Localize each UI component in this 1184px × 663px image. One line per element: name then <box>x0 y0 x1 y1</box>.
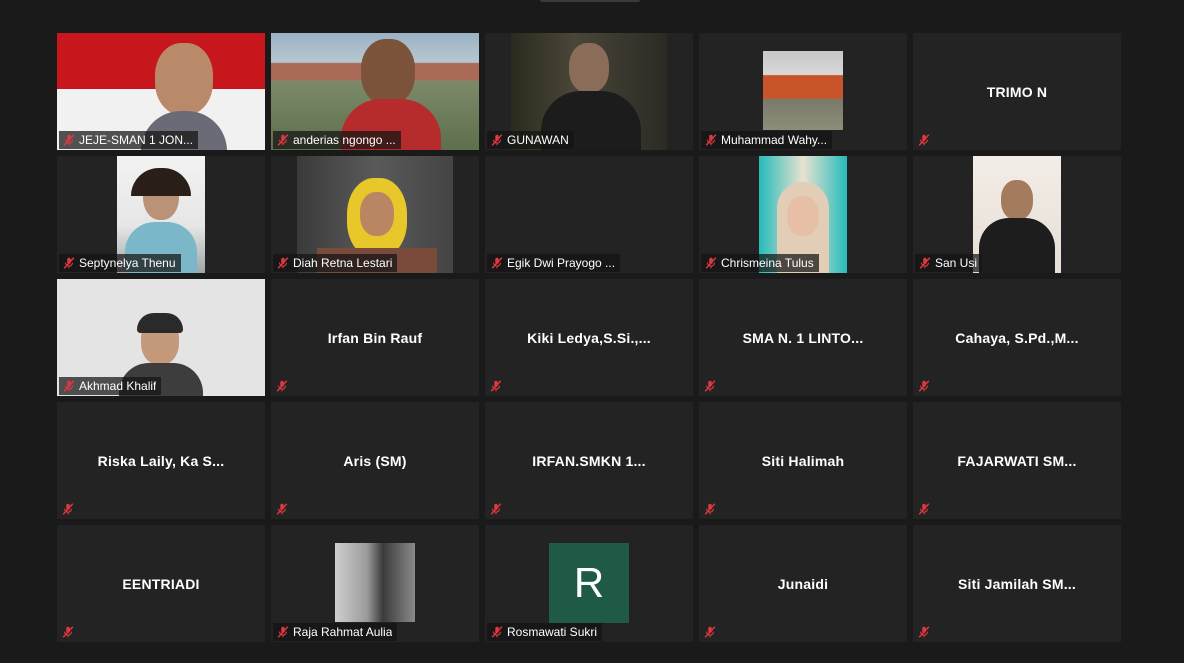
participant-name-label: San Usi <box>915 254 983 272</box>
microphone-muted-icon <box>917 379 931 393</box>
microphone-muted-icon <box>61 625 75 639</box>
participant-tile[interactable]: Kiki Ledya,S.Si.,... <box>485 279 693 396</box>
microphone-muted-icon <box>490 133 504 147</box>
participant-tile[interactable]: Siti Jamilah SM... <box>913 525 1121 642</box>
participant-tile[interactable]: GUNAWAN <box>485 33 693 150</box>
microphone-muted-icon <box>918 256 932 270</box>
participant-name: Junaidi <box>777 575 829 592</box>
video-feed <box>763 51 843 130</box>
participant-tile[interactable]: Egik Dwi Prayogo ... <box>485 156 693 273</box>
participant-tile[interactable]: SMA N. 1 LINTO... <box>699 279 907 396</box>
microphone-muted-icon <box>490 625 504 639</box>
participant-name: JEJE-SMAN 1 JON... <box>79 133 194 147</box>
microphone-muted-icon <box>703 502 717 516</box>
participant-name-label: Rosmawati Sukri <box>487 623 603 641</box>
avatar: R <box>549 543 629 623</box>
video-feed <box>335 543 415 622</box>
microphone-muted-icon <box>703 625 717 639</box>
participant-name: EENTRIADI <box>122 575 200 592</box>
participant-tile[interactable]: EENTRIADI <box>57 525 265 642</box>
participant-name: SMA N. 1 LINTO... <box>742 329 864 346</box>
participant-tile[interactable]: Cahaya, S.Pd.,M... <box>913 279 1121 396</box>
gallery-view-grid: JEJE-SMAN 1 JON... anderias ngongo ... GUN… <box>57 33 1121 642</box>
participant-tile[interactable]: Chrismeina Tulus <box>699 156 907 273</box>
participant-tile[interactable]: Diah Retna Lestari <box>271 156 479 273</box>
participant-name-label: JEJE-SMAN 1 JON... <box>59 131 199 149</box>
participant-tile[interactable]: R Rosmawati Sukri <box>485 525 693 642</box>
participant-tile[interactable]: Aris (SM) <box>271 402 479 519</box>
microphone-muted-icon <box>489 502 503 516</box>
participant-tile[interactable]: Riska Laily, Ka S... <box>57 402 265 519</box>
participant-name: Septynelya Thenu <box>79 256 176 270</box>
participant-name: Irfan Bin Rauf <box>327 329 423 346</box>
participant-name: Akhmad Khalif <box>79 379 157 393</box>
participant-name: Egik Dwi Prayogo ... <box>507 256 616 270</box>
participant-name-label: anderias ngongo ... <box>273 131 401 149</box>
participant-tile[interactable]: Akhmad Khalif <box>57 279 265 396</box>
microphone-muted-icon <box>62 133 76 147</box>
participant-name: Siti Jamilah SM... <box>958 575 1076 592</box>
participant-name: IRFAN.SMKN 1... <box>532 452 646 469</box>
microphone-muted-icon <box>275 379 289 393</box>
microphone-muted-icon <box>704 133 718 147</box>
participant-name: GUNAWAN <box>507 133 569 147</box>
participant-tile[interactable]: San Usi <box>913 156 1121 273</box>
microphone-muted-icon <box>917 625 931 639</box>
participant-tile[interactable]: JEJE-SMAN 1 JON... <box>57 33 265 150</box>
participant-name-label: Akhmad Khalif <box>59 377 162 395</box>
microphone-muted-icon <box>276 133 290 147</box>
participant-tile[interactable]: Irfan Bin Rauf <box>271 279 479 396</box>
video-feed <box>973 156 1061 273</box>
participant-name: Riska Laily, Ka S... <box>97 452 225 469</box>
microphone-muted-icon <box>917 133 931 147</box>
microphone-muted-icon <box>276 625 290 639</box>
participant-name: San Usi <box>935 256 978 270</box>
participant-name-label: Diah Retna Lestari <box>273 254 398 272</box>
participant-name-label: Muhammad Wahy... <box>701 131 833 149</box>
participant-name-label: GUNAWAN <box>487 131 574 149</box>
microphone-muted-icon <box>62 256 76 270</box>
participant-name: Chrismeina Tulus <box>721 256 814 270</box>
participant-name: Kiki Ledya,S.Si.,... <box>527 329 651 346</box>
participant-name: Muhammad Wahy... <box>721 133 828 147</box>
microphone-muted-icon <box>917 502 931 516</box>
participant-tile[interactable]: anderias ngongo ... <box>271 33 479 150</box>
microphone-muted-icon <box>275 502 289 516</box>
participant-name: TRIMO N <box>986 83 1048 100</box>
participant-name: Aris (SM) <box>343 452 407 469</box>
top-toolbar-handle[interactable] <box>540 0 640 2</box>
participant-name: Siti Halimah <box>761 452 845 469</box>
participant-name: anderias ngongo ... <box>293 133 396 147</box>
participant-name-label: Egik Dwi Prayogo ... <box>487 254 621 272</box>
microphone-muted-icon <box>490 256 504 270</box>
participant-tile[interactable]: FAJARWATI SM... <box>913 402 1121 519</box>
participant-name: Diah Retna Lestari <box>293 256 393 270</box>
participant-name-label: Raja Rahmat Aulia <box>273 623 398 641</box>
participant-tile[interactable]: Junaidi <box>699 525 907 642</box>
participant-name-label: Septynelya Thenu <box>59 254 181 272</box>
participant-tile[interactable]: Raja Rahmat Aulia <box>271 525 479 642</box>
microphone-muted-icon <box>489 379 503 393</box>
participant-name: Rosmawati Sukri <box>507 625 598 639</box>
participant-name: Raja Rahmat Aulia <box>293 625 393 639</box>
participant-tile[interactable]: Muhammad Wahy... <box>699 33 907 150</box>
participant-name: Cahaya, S.Pd.,M... <box>955 329 1079 346</box>
participant-tile[interactable]: IRFAN.SMKN 1... <box>485 402 693 519</box>
participant-name-label: Chrismeina Tulus <box>701 254 819 272</box>
microphone-muted-icon <box>703 379 717 393</box>
microphone-muted-icon <box>61 502 75 516</box>
participant-name: FAJARWATI SM... <box>957 452 1077 469</box>
microphone-muted-icon <box>276 256 290 270</box>
participant-tile[interactable]: Septynelya Thenu <box>57 156 265 273</box>
participant-tile[interactable]: TRIMO N <box>913 33 1121 150</box>
microphone-muted-icon <box>62 379 76 393</box>
participant-tile[interactable]: Siti Halimah <box>699 402 907 519</box>
microphone-muted-icon <box>704 256 718 270</box>
